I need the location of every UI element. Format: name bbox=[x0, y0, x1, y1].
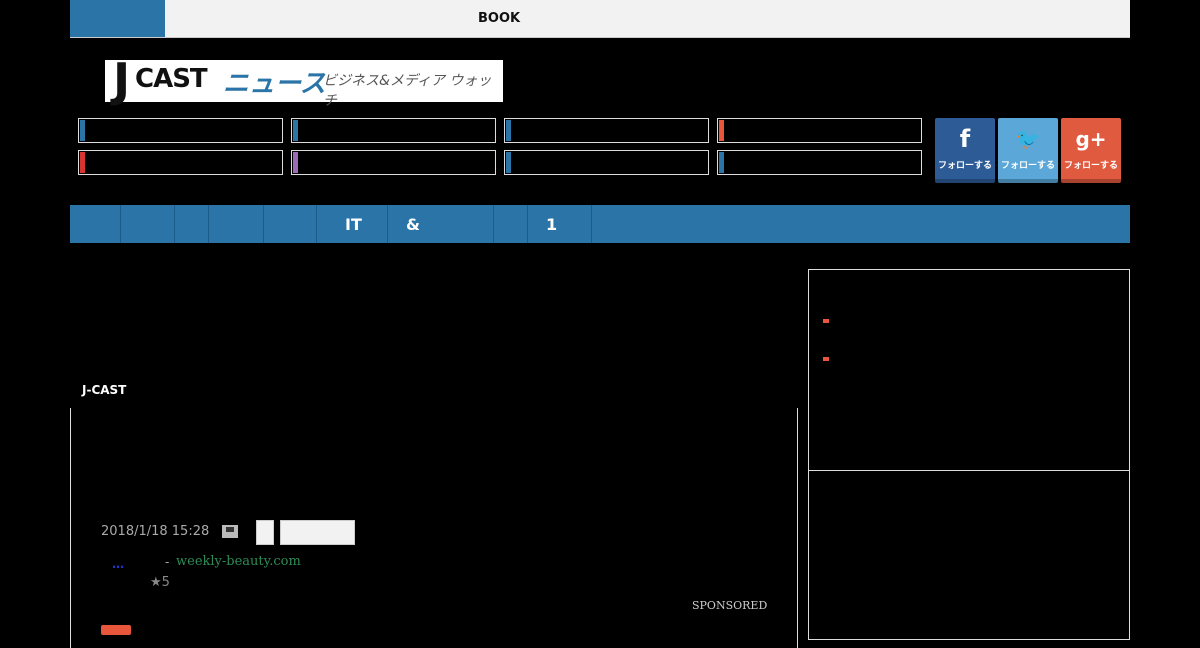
nav-separator bbox=[208, 205, 209, 243]
site-logo[interactable]: J CAST ニュース ビジネス&メディア ウォッチ bbox=[105, 53, 503, 109]
nav-separator bbox=[263, 205, 264, 243]
category-link-5[interactable] bbox=[78, 150, 283, 175]
button-shadow bbox=[998, 179, 1058, 183]
nav-separator bbox=[493, 205, 494, 243]
bullet-icon bbox=[823, 319, 829, 323]
google-plus-follow-button[interactable]: g+ フォローする bbox=[1061, 118, 1121, 183]
category-link-3[interactable] bbox=[504, 118, 709, 143]
sidebar-ranking-box bbox=[808, 269, 1130, 471]
ad-source-link[interactable]: weekly-beauty.com bbox=[176, 554, 301, 569]
category-marker bbox=[506, 120, 511, 141]
nav-separator bbox=[120, 205, 121, 243]
logo-j: J bbox=[113, 53, 131, 107]
pr-badge bbox=[101, 625, 131, 635]
sponsored-label: SPONSORED bbox=[692, 599, 768, 612]
category-marker bbox=[80, 120, 85, 141]
google-plus-icon: g+ bbox=[1075, 127, 1107, 151]
ad-rating: ★5 bbox=[150, 575, 170, 590]
nav-separator bbox=[387, 205, 388, 243]
category-link-7[interactable] bbox=[504, 150, 709, 175]
nav-separator bbox=[591, 205, 592, 243]
nav-item-amp[interactable]: & bbox=[406, 215, 420, 234]
nav-separator bbox=[527, 205, 528, 243]
category-link-2[interactable] bbox=[291, 118, 496, 143]
ad-link-ellipsis[interactable]: … bbox=[112, 557, 124, 571]
facebook-icon: f bbox=[959, 125, 971, 153]
category-marker bbox=[719, 120, 724, 141]
logo-news: ニュース bbox=[223, 69, 326, 99]
facebook-follow-button[interactable]: f フォローする bbox=[935, 118, 995, 183]
category-marker bbox=[506, 152, 511, 173]
ad-dash: - bbox=[165, 555, 170, 569]
article-date: 2018/1/18 15:28 bbox=[101, 524, 210, 539]
top-bar-home-tab[interactable] bbox=[70, 0, 165, 37]
logo-tagline: ビジネス&メディア ウォッチ bbox=[323, 73, 492, 109]
twitter-follow-label: フォローする bbox=[1000, 161, 1055, 171]
category-link-1[interactable] bbox=[78, 118, 283, 143]
logo-cast: CAST bbox=[135, 64, 208, 94]
nav-item-1[interactable]: 1 bbox=[546, 215, 557, 234]
share-button[interactable] bbox=[280, 520, 355, 545]
sidebar-ad-box bbox=[808, 470, 1130, 640]
category-link-8[interactable] bbox=[717, 150, 922, 175]
share-button-small[interactable] bbox=[256, 520, 274, 545]
print-icon[interactable] bbox=[222, 525, 238, 538]
facebook-follow-label: フォローする bbox=[937, 161, 992, 171]
category-link-6[interactable] bbox=[291, 150, 496, 175]
button-shadow bbox=[935, 179, 995, 183]
nav-item-it[interactable]: IT bbox=[345, 215, 362, 234]
article-source-label: J-CAST bbox=[82, 383, 127, 397]
category-marker bbox=[80, 152, 85, 173]
nav-separator bbox=[316, 205, 317, 243]
category-marker bbox=[719, 152, 724, 173]
top-bar: BOOK bbox=[70, 0, 1130, 38]
twitter-follow-button[interactable]: 🐦 フォローする bbox=[998, 118, 1058, 183]
category-marker bbox=[293, 152, 298, 173]
book-link[interactable]: BOOK bbox=[478, 11, 520, 26]
button-shadow bbox=[1061, 179, 1121, 183]
main-nav: IT & 1 bbox=[70, 205, 1130, 243]
twitter-icon: 🐦 bbox=[1015, 127, 1041, 151]
bullet-icon bbox=[823, 357, 829, 361]
category-link-4[interactable] bbox=[717, 118, 922, 143]
google-plus-follow-label: フォローする bbox=[1063, 161, 1118, 171]
category-marker bbox=[293, 120, 298, 141]
nav-separator bbox=[174, 205, 175, 243]
